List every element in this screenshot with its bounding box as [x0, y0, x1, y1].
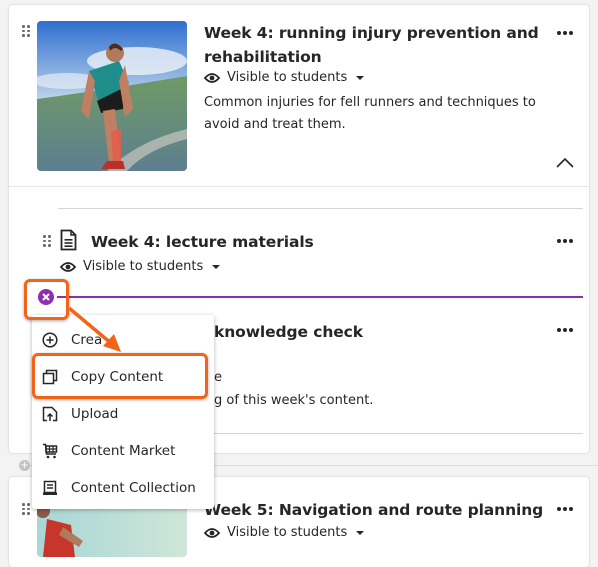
- eye-icon: [204, 72, 220, 83]
- more-options-icon[interactable]: [557, 239, 573, 243]
- menu-item-content-collection[interactable]: Content Collection: [32, 469, 214, 506]
- caret-down-icon: [356, 530, 365, 535]
- chevron-up-icon[interactable]: [556, 158, 574, 168]
- cart-icon: [41, 442, 59, 460]
- module-title[interactable]: Week 4: running injury prevention and re…: [204, 21, 539, 69]
- drag-handle-icon[interactable]: [22, 25, 30, 37]
- more-options-icon[interactable]: [557, 328, 573, 332]
- collection-icon: [41, 479, 59, 497]
- module-description: Common injuries for fell runners and tec…: [204, 95, 536, 132]
- plus-circle-icon: [41, 331, 59, 349]
- visibility-dropdown[interactable]: Visible to students: [60, 259, 221, 274]
- divider: [9, 186, 589, 187]
- module-title[interactable]: Week 5: Navigation and route planning: [204, 498, 543, 522]
- more-options-icon[interactable]: [557, 31, 573, 35]
- menu-item-content-market[interactable]: Content Market: [32, 432, 214, 469]
- caret-down-icon: [356, 75, 365, 80]
- insert-content-line: [57, 296, 583, 298]
- item-title-knowledge-check[interactable]: knowledge check: [214, 320, 363, 344]
- item-description: g of this week's content.: [214, 393, 374, 408]
- callout-highlight-copy-content: [32, 353, 208, 399]
- visibility-dropdown[interactable]: Visible to students: [204, 525, 365, 540]
- document-icon: [60, 229, 77, 251]
- item-title-lecture-materials[interactable]: Week 4: lecture materials: [91, 230, 314, 254]
- add-content-menu: Crea Copy Content Upload Content Market …: [32, 315, 214, 509]
- caret-down-icon: [212, 264, 221, 269]
- menu-item-upload[interactable]: Upload: [32, 395, 214, 432]
- module-thumbnail: [37, 21, 187, 171]
- eye-icon: [204, 527, 220, 538]
- drag-handle-icon[interactable]: [43, 235, 51, 247]
- upload-icon: [41, 405, 59, 423]
- item-visibility-partial: e: [214, 370, 222, 385]
- visibility-dropdown[interactable]: Visible to students: [204, 70, 365, 85]
- divider: [214, 433, 583, 434]
- eye-icon: [60, 261, 76, 272]
- drag-handle-icon[interactable]: [22, 503, 30, 515]
- divider: [58, 208, 583, 209]
- more-options-icon[interactable]: [557, 507, 573, 511]
- callout-highlight-add-button: [24, 279, 69, 320]
- add-module-plus-icon[interactable]: +: [19, 460, 30, 471]
